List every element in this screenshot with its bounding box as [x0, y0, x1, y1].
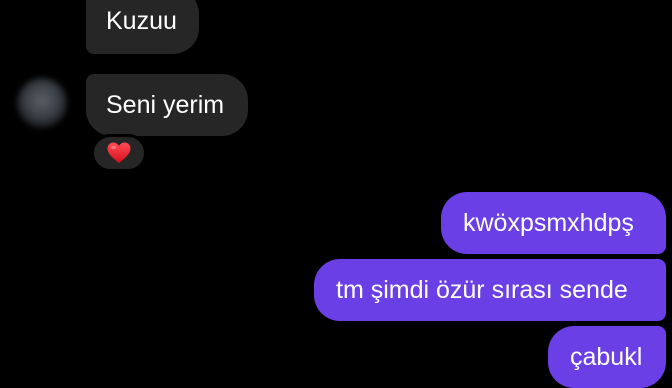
message-text: çabukl: [570, 342, 643, 371]
contact-avatar[interactable]: [17, 78, 67, 128]
incoming-message-bubble[interactable]: Seni yerim: [86, 74, 248, 136]
outgoing-message-bubble[interactable]: kwöxpsmxhdpş: [441, 192, 666, 254]
message-reaction[interactable]: [91, 134, 147, 172]
outgoing-message-bubble[interactable]: çabukl: [548, 326, 666, 388]
incoming-message-bubble[interactable]: Kuzuu: [86, 0, 199, 54]
message-text: kwöxpsmxhdpş: [463, 208, 634, 237]
message-text: Kuzuu: [106, 6, 177, 35]
red-heart-icon: [106, 141, 132, 165]
message-text: Seni yerim: [106, 90, 225, 119]
chat-thread: Kuzuu Seni yerim kwöxpsmxhdpş tm şimdi ö…: [0, 0, 672, 388]
message-text: tm şimdi özür sırası sende: [336, 275, 628, 304]
outgoing-message-bubble[interactable]: tm şimdi özür sırası sende: [314, 259, 666, 321]
